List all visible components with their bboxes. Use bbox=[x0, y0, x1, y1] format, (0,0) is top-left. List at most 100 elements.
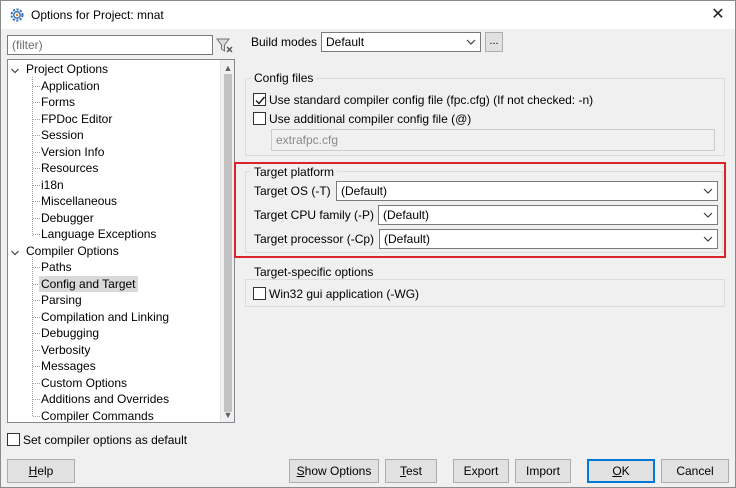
tree-item[interactable]: Forms bbox=[8, 94, 218, 110]
target-processor-value: (Default) bbox=[384, 232, 431, 246]
build-modes-value: Default bbox=[326, 35, 365, 49]
tree-item-label: Forms bbox=[41, 95, 75, 109]
target-os-label: Target OS (-T) bbox=[254, 184, 331, 198]
target-platform-title: Target platform bbox=[251, 165, 338, 179]
cancel-button[interactable]: Cancel bbox=[661, 459, 729, 483]
tree-group-0[interactable]: Project Options bbox=[8, 61, 218, 77]
tree-item[interactable]: Debugging bbox=[8, 325, 218, 341]
checkbox-checked-icon bbox=[253, 93, 266, 106]
tree-item[interactable]: Config and Target bbox=[8, 275, 218, 292]
help-button[interactable]: Help bbox=[7, 459, 75, 483]
tree-item-label: i18n bbox=[41, 177, 64, 192]
target-cpu-label: Target CPU family (-P) bbox=[254, 208, 375, 222]
tree-item[interactable]: Language Exceptions bbox=[8, 226, 218, 242]
target-os-combo[interactable]: (Default) bbox=[336, 181, 718, 201]
tree-item-label: Debugger bbox=[41, 210, 94, 225]
tree-item-label: Debugging bbox=[41, 326, 100, 340]
build-modes-more-button[interactable]: ... bbox=[485, 32, 503, 52]
tree-item[interactable]: Debugger bbox=[8, 210, 218, 226]
tree-item[interactable]: i18n bbox=[8, 177, 218, 193]
use-standard-config-label: Use standard compiler config file (fpc.c… bbox=[269, 93, 594, 107]
tree-item-label: Session bbox=[41, 128, 84, 142]
target-processor-label: Target processor (-Cp) bbox=[254, 232, 375, 246]
tree-item[interactable]: Version Info bbox=[8, 144, 218, 160]
tree-scrollbar[interactable]: ▲ ▼ bbox=[220, 60, 234, 422]
target-specific-title: Target-specific options bbox=[251, 265, 377, 279]
scroll-thumb[interactable] bbox=[224, 74, 232, 412]
checkbox-unchecked-icon bbox=[253, 112, 266, 125]
help-button-label: elp bbox=[37, 464, 54, 478]
tree-item-label: Verbosity bbox=[41, 342, 91, 357]
tree-item[interactable]: Additions and Overrides bbox=[8, 391, 218, 407]
checkbox-unchecked-icon bbox=[7, 433, 20, 446]
config-files-title: Config files bbox=[251, 71, 317, 85]
tree-item-label: Paths bbox=[41, 260, 72, 274]
chevron-down-icon bbox=[703, 230, 713, 248]
options-tree[interactable]: Project Options Application Forms FPDoc Edi… bbox=[7, 59, 235, 423]
tree-item-label: Compilation and Linking bbox=[41, 309, 170, 324]
tree-item[interactable]: Messages bbox=[8, 358, 218, 374]
show-options-button[interactable]: Show Options bbox=[289, 459, 379, 483]
tree-item-label: Miscellaneous bbox=[41, 194, 118, 208]
tree-item-label: Version Info bbox=[41, 144, 105, 159]
scroll-up-icon[interactable]: ▲ bbox=[223, 63, 233, 73]
chevron-down-icon bbox=[466, 33, 476, 51]
show-options-label: how Options bbox=[304, 464, 372, 478]
tree-item[interactable]: Parsing bbox=[8, 292, 218, 308]
tree-item[interactable]: Resources bbox=[8, 160, 218, 176]
gear-app-icon bbox=[9, 7, 25, 23]
tree-item-label: FPDoc Editor bbox=[41, 111, 113, 126]
chevron-down-icon[interactable] bbox=[10, 246, 20, 256]
target-processor-combo[interactable]: (Default) bbox=[379, 229, 718, 249]
tree-group-label: Project Options bbox=[26, 62, 109, 76]
ok-button-mnemonic: O bbox=[612, 464, 622, 478]
filter-input[interactable]: (filter) bbox=[7, 35, 213, 55]
show-options-mnemonic: S bbox=[296, 464, 305, 478]
tree-item-label: Language Exceptions bbox=[41, 227, 157, 241]
tree-item-label: Compiler Commands bbox=[41, 408, 154, 423]
filter-clear-icon[interactable] bbox=[215, 34, 235, 56]
tree-item-label: Messages bbox=[41, 359, 96, 373]
tree-item[interactable]: Miscellaneous bbox=[8, 193, 218, 209]
tree-item[interactable]: Compiler Commands bbox=[8, 408, 218, 423]
title-bar: Options for Project: mnat ✕ bbox=[1, 1, 735, 29]
chevron-down-icon[interactable] bbox=[10, 64, 20, 74]
export-button[interactable]: Export bbox=[453, 459, 509, 483]
chevron-down-icon bbox=[703, 182, 713, 200]
ok-button[interactable]: OK bbox=[587, 459, 655, 483]
close-icon[interactable]: ✕ bbox=[701, 1, 735, 29]
test-button[interactable]: Test bbox=[385, 459, 437, 483]
tree-group-1[interactable]: Compiler Options bbox=[8, 243, 218, 259]
win32-gui-label: Win32 gui application (-WG) bbox=[269, 287, 420, 301]
ok-button-label: K bbox=[621, 464, 630, 478]
use-additional-config-label: Use additional compiler config file (@) bbox=[269, 112, 472, 126]
tree-item[interactable]: Custom Options bbox=[8, 375, 218, 391]
tree-item[interactable]: Session bbox=[8, 127, 218, 143]
tree-item-label: Application bbox=[41, 78, 100, 93]
target-cpu-combo[interactable]: (Default) bbox=[378, 205, 718, 225]
tree-item-label: Custom Options bbox=[41, 375, 128, 390]
window-title: Options for Project: mnat bbox=[31, 8, 164, 22]
test-button-label: est bbox=[405, 464, 422, 478]
tree-item-label: Additions and Overrides bbox=[41, 392, 170, 406]
scroll-down-icon[interactable]: ▼ bbox=[223, 410, 233, 420]
tree-item-label: Parsing bbox=[41, 293, 82, 307]
tree-item-label: Resources bbox=[41, 161, 99, 175]
chevron-down-icon bbox=[703, 206, 713, 224]
tree-item[interactable]: Compilation and Linking bbox=[8, 309, 218, 325]
tree-item[interactable]: FPDoc Editor bbox=[8, 111, 218, 127]
import-button[interactable]: Import bbox=[515, 459, 571, 483]
tree-item[interactable]: Application bbox=[8, 78, 218, 94]
tree-group-label: Compiler Options bbox=[26, 243, 119, 258]
tree-item-label: Config and Target bbox=[39, 275, 138, 292]
target-os-value: (Default) bbox=[341, 184, 388, 198]
tree-item[interactable]: Verbosity bbox=[8, 342, 218, 358]
tree-item[interactable]: Paths bbox=[8, 259, 218, 275]
build-modes-combo[interactable]: Default bbox=[321, 32, 481, 52]
target-cpu-value: (Default) bbox=[383, 208, 430, 222]
set-compiler-options-default-label: Set compiler options as default bbox=[23, 433, 188, 447]
checkbox-unchecked-icon bbox=[253, 287, 266, 300]
build-modes-label: Build modes bbox=[251, 35, 318, 49]
options-dialog: Options for Project: mnat ✕ (filter) Pro… bbox=[0, 0, 736, 488]
additional-config-file-input: extrafpc.cfg bbox=[271, 129, 715, 151]
